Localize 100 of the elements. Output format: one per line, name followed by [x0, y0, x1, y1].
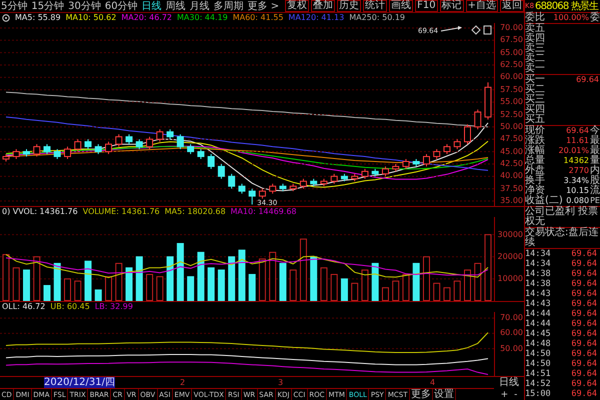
volume-bar	[23, 270, 30, 301]
volume-bar	[115, 262, 122, 301]
volume-bar	[156, 276, 164, 301]
volume-bar	[228, 256, 236, 301]
bid-label: 买三	[525, 95, 545, 105]
tick-time: 14:52	[525, 379, 552, 389]
tick-time: 14:50	[525, 359, 552, 369]
tick-price: 69.64	[570, 299, 598, 309]
volume-bar	[279, 262, 286, 301]
volume-bar	[126, 267, 133, 301]
legend-item: VOLUME: 14361.76	[82, 207, 160, 217]
toolbar-button[interactable]: 复权	[285, 0, 310, 12]
legend-item: MA10: 14469.68	[230, 207, 296, 217]
legend-item: MA20: 46.72	[121, 13, 172, 23]
period-tab[interactable]: 60分钟	[104, 0, 139, 12]
legend-item: MA250: 50.19	[349, 13, 406, 23]
volume-bar	[412, 262, 420, 301]
indicator-tab[interactable]: 更多	[410, 389, 433, 400]
field-label: 收益(二)	[525, 196, 563, 206]
volume-bar	[382, 287, 389, 301]
field-label: PE	[590, 196, 600, 206]
volume-bar	[351, 282, 358, 301]
field-label: 委比	[525, 13, 545, 23]
toolbar-button[interactable]: 历史	[337, 0, 362, 12]
month-mark: 3	[278, 377, 284, 388]
volume-bar	[12, 267, 20, 301]
field-value: 11.61	[565, 136, 590, 146]
indicator-tab[interactable]: 设置	[433, 389, 456, 400]
month-mark: 4	[430, 377, 436, 388]
volume-bar	[218, 270, 225, 301]
axis-label: 20000	[498, 252, 523, 262]
field-label: 净资	[525, 186, 545, 196]
ask-label: 卖三	[525, 44, 545, 54]
volume-bar	[330, 274, 338, 301]
volume-bar	[433, 282, 440, 301]
tick-time: 14:34	[525, 259, 552, 269]
toolbar-button[interactable]: +自选	[466, 0, 498, 12]
volume-bar	[320, 267, 328, 301]
period-tab[interactable]: 30分钟	[67, 0, 102, 12]
legend-item: MA5: 18020.68	[164, 207, 226, 217]
volume-bar	[2, 254, 10, 301]
bid-label: 买四	[525, 105, 545, 115]
period-tab[interactable]: 日线	[140, 0, 163, 12]
field-value: 69.64	[565, 126, 590, 136]
period-tab[interactable]: 5分钟	[0, 0, 28, 12]
zoom-out-button[interactable]: -	[514, 389, 518, 400]
tick-time: 14:50	[525, 349, 552, 359]
period-tab[interactable]: 15分钟	[30, 0, 66, 12]
axis-label: 70.00	[500, 313, 523, 324]
notice-text: 公司已盈利 投票权无	[525, 207, 600, 228]
volume-bar	[269, 252, 276, 301]
period-tab[interactable]: 多周期	[212, 0, 245, 12]
tick-time: 14:43	[525, 299, 552, 309]
field-value: 100.00%	[552, 13, 590, 23]
tick-price: 69.64	[570, 289, 598, 299]
toolbar-button[interactable]: 叠加	[311, 0, 336, 12]
legend-item: MA5: 55.89	[15, 13, 61, 23]
tick-time: 14:38	[525, 269, 552, 279]
tick-time: 14:44	[525, 309, 552, 319]
tick-time: 15:00	[525, 389, 552, 399]
axis-label: 47.50	[500, 134, 523, 144]
axis-label: 55.00	[500, 97, 523, 108]
tick-price: 69.64	[570, 359, 598, 369]
field-label: 内	[590, 166, 600, 176]
field-label: 换手	[525, 176, 545, 186]
tick-time: 14:48	[525, 339, 552, 349]
bid-label: 买二	[525, 85, 545, 95]
field-label: 委	[590, 13, 600, 23]
field-value: 14362	[562, 156, 590, 166]
axis-label: 62.50	[500, 60, 523, 70]
volume-bar	[74, 280, 82, 301]
axis-label: 37.50	[500, 184, 523, 194]
axis-label: 30000	[498, 230, 523, 240]
volume-bar	[372, 262, 379, 301]
field-value: 20.01%	[557, 146, 590, 156]
volume-bar	[422, 256, 430, 301]
volume-bar	[94, 289, 102, 301]
field-label: 股	[590, 176, 600, 186]
field-value: 10.15	[565, 186, 590, 196]
volume-bar	[84, 260, 92, 301]
bid-price: 69.64	[575, 75, 600, 85]
volume-bar	[290, 270, 297, 301]
period-tab[interactable]: 周线	[164, 0, 187, 12]
diamond-icon	[471, 25, 481, 35]
notice-text: 交易状态:盘后连续	[525, 228, 600, 249]
tick-price: 69.64	[570, 389, 598, 399]
field-label: 流	[590, 186, 600, 196]
axis-label: 60.00	[500, 328, 523, 338]
toolbar-button[interactable]: F10	[415, 0, 438, 12]
period-tab[interactable]: 月线	[188, 0, 211, 12]
axis-label: 50.00	[500, 344, 523, 354]
toolbar-button[interactable]: 返回	[500, 0, 524, 12]
period-tab[interactable]: 更多 >	[246, 0, 280, 12]
toolbar-button[interactable]: 画线	[389, 0, 414, 12]
volume-bar	[54, 262, 61, 301]
zoom-in-button[interactable]: +	[500, 389, 508, 400]
tick-time: 14:44	[525, 319, 552, 329]
period-label: 日线	[494, 376, 524, 389]
volume-bar	[44, 285, 51, 301]
toolbar-button[interactable]: 标记	[440, 0, 464, 12]
